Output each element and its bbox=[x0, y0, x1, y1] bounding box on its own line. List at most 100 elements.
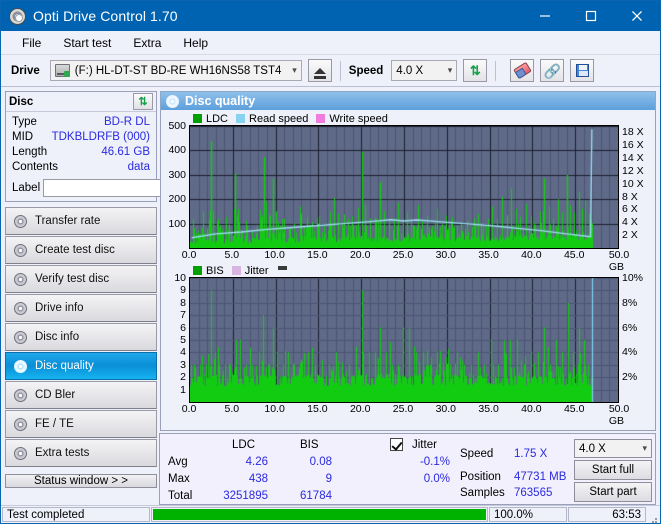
status-bar: Test completed 100.0% 63:53 bbox=[1, 505, 660, 523]
plot1-canvas bbox=[190, 126, 618, 248]
content-area: Disc quality LDC Read speed Write speed … bbox=[160, 91, 656, 431]
disc-icon bbox=[14, 243, 27, 257]
sidebar-item-create-test-disc[interactable]: Create test disc bbox=[5, 236, 157, 264]
menu-item-start-test[interactable]: Start test bbox=[52, 33, 122, 53]
disc-refresh-button[interactable]: ⇅ bbox=[133, 93, 153, 110]
y-tick-label: 7 bbox=[180, 309, 186, 322]
sidebar-item-label: Transfer rate bbox=[35, 215, 101, 227]
y-tick-label: 400 bbox=[168, 144, 186, 157]
speed-select[interactable]: 4.0 X ▾ bbox=[391, 60, 458, 81]
jitter-checkbox[interactable] bbox=[390, 438, 403, 452]
sidebar-item-label: Disc quality bbox=[35, 360, 94, 372]
stats-max-bis: 9 bbox=[325, 473, 332, 485]
chevron-down-icon: ▾ bbox=[447, 65, 453, 75]
sidebar-item-extra-tests[interactable]: Extra tests bbox=[5, 439, 157, 467]
sidebar-item-drive-info[interactable]: Drive info bbox=[5, 294, 157, 322]
speed-stat-label: Speed bbox=[460, 448, 494, 460]
chain-button[interactable]: 🔗 bbox=[540, 59, 565, 82]
maximize-button[interactable] bbox=[568, 1, 614, 31]
disc-icon bbox=[166, 94, 179, 108]
chevron-down-icon: ▾ bbox=[642, 443, 647, 453]
menu-item-file[interactable]: File bbox=[11, 33, 52, 53]
y2-tick-label: 2 X bbox=[622, 229, 638, 242]
disc-row-value: BD-R DL bbox=[103, 116, 150, 128]
chart-bis: 1 2 3 4 5 6 7 8 9 10 2% 4% 6% 8% 10% bbox=[163, 272, 653, 403]
legend-label-write-speed: Write speed bbox=[329, 112, 388, 125]
x-tick-label: 50.0 GB bbox=[608, 403, 630, 427]
x-tick-label: 50.0 GB bbox=[608, 249, 630, 273]
sidebar-item-label: Verify test disc bbox=[35, 273, 110, 285]
x-tick-label: 45.0 bbox=[563, 403, 585, 415]
legend-swatch-read-speed bbox=[236, 114, 246, 123]
start-part-button[interactable]: Start part bbox=[574, 482, 652, 502]
x-tick-label: 35.0 bbox=[478, 403, 499, 415]
speed-label: Speed bbox=[348, 64, 384, 77]
sidebar-item-label: Create test disc bbox=[35, 244, 115, 256]
x-tick-label: 20.0 bbox=[349, 249, 371, 261]
sidebar-item-disc-info[interactable]: Disc info bbox=[5, 323, 157, 351]
y-tick-label: 3 bbox=[180, 358, 186, 371]
stats-row-avg-label: Avg bbox=[168, 456, 188, 468]
disc-row-value: 46.61 GB bbox=[101, 146, 150, 158]
y-tick-label: 8 bbox=[180, 296, 186, 309]
chart-bis-plot bbox=[189, 277, 619, 403]
legend-label-ldc: LDC bbox=[206, 112, 229, 125]
disc-row-value: data bbox=[127, 161, 150, 173]
save-button[interactable] bbox=[570, 59, 595, 82]
y2-tick-label: 18 X bbox=[622, 126, 644, 139]
resize-grip[interactable] bbox=[648, 511, 660, 523]
stats-max-jitter: 0.0% bbox=[423, 473, 450, 485]
chart-legend-top: LDC Read speed Write speed bbox=[163, 111, 653, 125]
save-icon bbox=[575, 64, 589, 77]
legend-swatch-jitter bbox=[231, 266, 241, 275]
x-tick-label: 15.0 bbox=[307, 403, 328, 415]
erase-button[interactable] bbox=[510, 59, 535, 82]
status-window-button[interactable]: Status window > > bbox=[5, 474, 157, 488]
y2-tick-label: 10% bbox=[622, 272, 644, 284]
disc-row-key: Length bbox=[12, 146, 48, 158]
drive-select[interactable]: (F:) HL-DT-ST BD-RE WH16NS58 TST4 ▾ bbox=[49, 60, 302, 81]
refresh-icon: ⇅ bbox=[469, 63, 481, 78]
y-tick-label: 6 bbox=[180, 321, 186, 334]
stats-max-ldc: 438 bbox=[248, 473, 268, 485]
disc-icon bbox=[14, 359, 27, 373]
window-title: Opti Drive Control 1.70 bbox=[33, 8, 178, 24]
close-button[interactable] bbox=[614, 1, 660, 31]
y2-tick-label: 12 X bbox=[622, 164, 644, 177]
sidebar-item-fe-te[interactable]: FE / TE bbox=[5, 410, 157, 438]
sidebar-item-verify-test-disc[interactable]: Verify test disc bbox=[5, 265, 157, 293]
minimize-button[interactable] bbox=[522, 1, 568, 31]
disc-info-list: Type BD-R DL MID TDKBLDRFB (000) Length … bbox=[6, 112, 245, 201]
chart-bis-x-axis: 0.0 5.0 10.0 15.0 20.0 25.0 30.0 35.0 40.0 45.0 50… bbox=[182, 403, 630, 427]
stats-avg-ldc: 4.26 bbox=[245, 456, 268, 468]
sidebar-item-disc-quality[interactable]: Disc quality bbox=[5, 352, 157, 380]
chart-ldc-plot bbox=[189, 125, 619, 249]
disc-panel-title: Disc bbox=[9, 95, 34, 108]
progress-percent: 100.0% bbox=[489, 507, 567, 522]
disc-row-type: Type BD-R DL bbox=[12, 115, 150, 130]
sidebar-item-label: Extra tests bbox=[35, 447, 90, 459]
disc-icon bbox=[14, 330, 27, 344]
speed-select-value: 4.0 X bbox=[396, 64, 424, 77]
disc-panel: Disc ⇅ Type BD-R DL MID TDKBLDRFB (000) bbox=[5, 91, 245, 202]
x-tick-label: 5.0 bbox=[224, 403, 240, 415]
position-stat-value: 47731 MB bbox=[514, 471, 567, 483]
status-message: Test completed bbox=[2, 507, 150, 522]
drive-label: Drive bbox=[11, 64, 40, 77]
sidebar-item-transfer-rate[interactable]: Transfer rate bbox=[5, 207, 157, 235]
samples-stat-value: 763565 bbox=[514, 487, 553, 499]
disc-row-value: TDKBLDRFB (000) bbox=[51, 131, 150, 143]
refresh-button[interactable]: ⇅ bbox=[463, 59, 488, 82]
start-full-button[interactable]: Start full bbox=[574, 460, 652, 480]
menu-item-help[interactable]: Help bbox=[172, 33, 219, 53]
test-speed-select[interactable]: 4.0 X ▾ bbox=[574, 439, 652, 458]
y-tick-label: 9 bbox=[180, 284, 186, 297]
sidebar-item-cd-bler[interactable]: CD Bler bbox=[5, 381, 157, 409]
y2-tick-label: 10 X bbox=[622, 177, 644, 190]
eject-button[interactable] bbox=[307, 59, 332, 82]
y2-tick-label: 4% bbox=[622, 346, 638, 359]
legend-label-read-speed: Read speed bbox=[249, 112, 309, 125]
toolbar-divider-2 bbox=[495, 60, 497, 81]
menu-item-extra[interactable]: Extra bbox=[122, 33, 172, 53]
legend-swatch-write-speed bbox=[316, 114, 326, 123]
